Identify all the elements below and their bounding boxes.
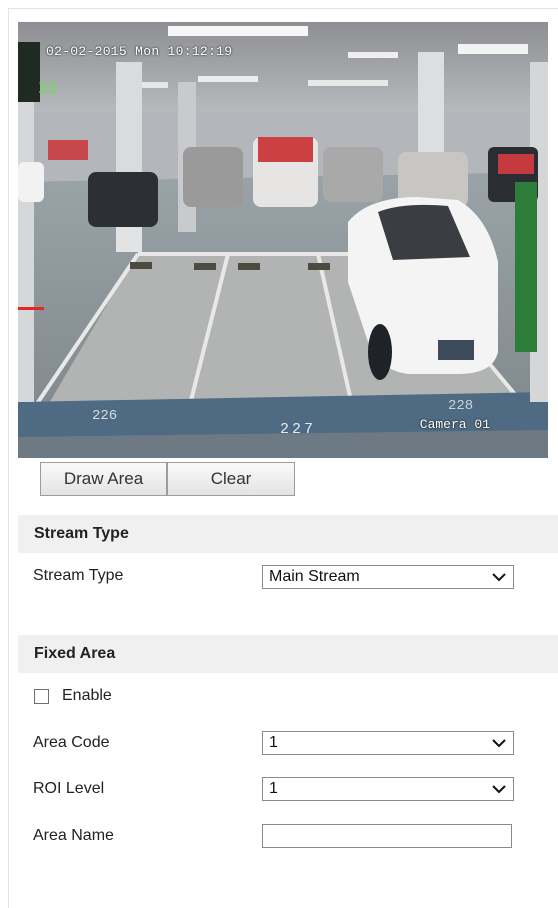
- area-name-input[interactable]: [262, 824, 512, 848]
- draw-area-button[interactable]: Draw Area: [40, 462, 167, 496]
- stream-type-label: Stream Type: [33, 567, 124, 584]
- chevron-down-icon: [492, 785, 506, 794]
- enable-label: Enable: [62, 687, 112, 704]
- roi-level-label: ROI Level: [33, 780, 105, 797]
- fixed-area-section-header: Fixed Area: [18, 635, 558, 673]
- osd-timestamp: 02-02-2015 Mon 10:12:19: [46, 44, 233, 59]
- clear-button[interactable]: Clear: [167, 462, 295, 496]
- spot-label-228: 228: [448, 398, 474, 414]
- video-preview[interactable]: 12 02-02-2015 Mon 10:12:19 Camera 01 226…: [18, 22, 548, 458]
- area-code-label: Area Code: [33, 734, 110, 751]
- roi-level-value: 1: [269, 780, 278, 797]
- spot-label-226: 226: [92, 408, 118, 424]
- area-code-select[interactable]: 1: [262, 731, 514, 755]
- roi-level-select[interactable]: 1: [262, 777, 514, 801]
- spot-label-227: 227: [280, 421, 317, 438]
- osd-camera-name: Camera 01: [419, 417, 490, 432]
- parking-garage-scene: [18, 22, 548, 458]
- enable-checkbox[interactable]: [34, 689, 49, 704]
- chevron-down-icon: [492, 573, 506, 582]
- chevron-down-icon: [492, 739, 506, 748]
- stream-type-select[interactable]: Main Stream: [262, 565, 514, 589]
- stream-type-value: Main Stream: [269, 568, 360, 585]
- area-name-label: Area Name: [33, 827, 114, 844]
- led-display: 12: [38, 78, 58, 97]
- area-code-value: 1: [269, 734, 278, 751]
- stream-type-section-header: Stream Type: [18, 515, 558, 553]
